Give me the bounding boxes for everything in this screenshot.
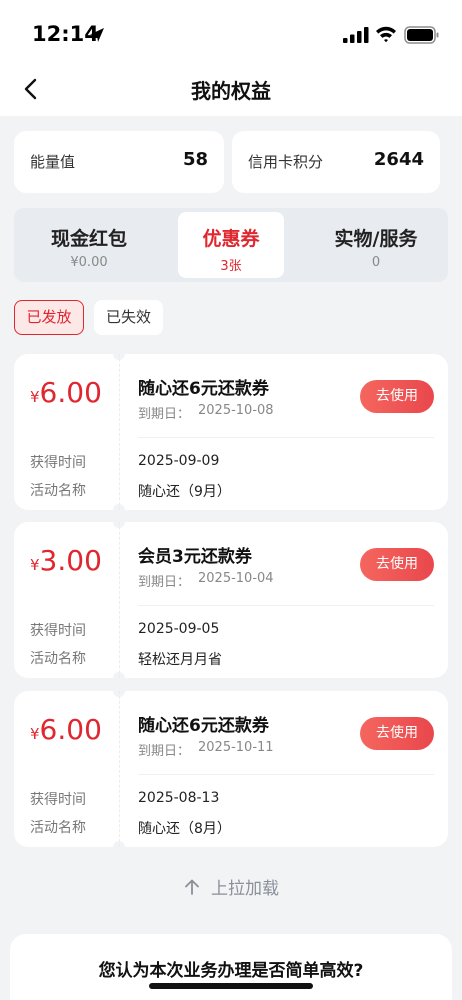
amount-value: 6.00 — [39, 713, 102, 746]
credit-points-value: 2644 — [373, 149, 424, 170]
tab-goods-services[interactable]: 实物/服务 0 — [304, 212, 448, 278]
tab-count: 0 — [371, 255, 381, 270]
coupon-name: 随心还6元还款券 — [138, 716, 269, 736]
coupon-name: 会员3元还款券 — [138, 547, 252, 567]
energy-stat-card[interactable]: 能量值 58 — [14, 131, 224, 193]
expiry-label: 到期日： — [138, 407, 191, 422]
obtained-date: 2025-09-09 — [138, 453, 220, 469]
card-divider — [138, 774, 434, 775]
coupon-card: ¥3.00 会员3元还款券 到期日： 2025-10-04 去使用 获得时间 活… — [14, 516, 448, 684]
tab-cash-red-packet[interactable]: 现金红包 ¥0.00 — [14, 212, 164, 278]
currency-symbol: ¥ — [30, 556, 40, 574]
coupon-amount: ¥6.00 — [30, 713, 102, 746]
obtained-label: 获得时间 — [30, 792, 86, 808]
credit-points-stat-card[interactable]: 信用卡积分 2644 — [232, 131, 440, 193]
coupon-amount: ¥6.00 — [30, 376, 102, 409]
pull-to-load: 上拉加载 — [0, 874, 462, 899]
use-coupon-button[interactable]: 去使用 — [360, 380, 434, 413]
location-arrow-icon — [90, 28, 104, 42]
campaign-label: 活动名称 — [30, 820, 86, 836]
survey-card: 您认为本次业务办理是否简单高效? — [10, 934, 452, 1000]
card-divider — [138, 605, 434, 606]
amount-value: 6.00 — [39, 376, 102, 409]
tab-count: ¥0.00 — [70, 255, 108, 270]
amount-value: 3.00 — [39, 544, 102, 577]
expiry-date: 2025-10-11 — [198, 740, 274, 755]
status-bar: 12:14 — [0, 0, 462, 62]
coupon-card: ¥6.00 随心还6元还款券 到期日： 2025-10-11 去使用 获得时间 … — [14, 685, 448, 853]
campaign-label: 活动名称 — [30, 651, 86, 667]
expiry-label: 到期日： — [138, 744, 191, 759]
coupon-amount: ¥3.00 — [30, 544, 102, 577]
filter-issued-chip[interactable]: 已发放 — [14, 300, 84, 335]
coupon-name: 随心还6元还款券 — [138, 379, 269, 399]
benefit-tabs: 现金红包 ¥0.00 优惠券 3张 实物/服务 0 — [14, 208, 448, 282]
tab-label: 现金红包 — [50, 228, 127, 250]
pull-to-load-label: 上拉加载 — [211, 879, 279, 899]
obtained-label: 获得时间 — [30, 623, 86, 639]
survey-question: 您认为本次业务办理是否简单高效? — [98, 961, 364, 981]
expiry-date: 2025-10-04 — [198, 571, 274, 586]
card-divider — [119, 691, 120, 847]
tab-label: 实物/服务 — [334, 228, 418, 250]
coupon-card: ¥6.00 随心还6元还款券 到期日： 2025-10-08 去使用 获得时间 … — [14, 348, 448, 516]
nav-bar: 我的权益 — [0, 62, 462, 116]
filter-expired-chip[interactable]: 已失效 — [94, 300, 163, 335]
obtained-date: 2025-08-13 — [138, 790, 220, 806]
obtained-date: 2025-09-05 — [138, 621, 220, 637]
card-divider — [119, 354, 120, 510]
wifi-icon — [376, 26, 396, 43]
tab-label: 优惠券 — [202, 228, 260, 250]
arrow-up-icon — [185, 879, 199, 895]
campaign-name: 随心还（9月） — [138, 484, 231, 500]
tab-count: 3张 — [220, 259, 242, 274]
expiry-date: 2025-10-08 — [198, 403, 274, 418]
credit-points-label: 信用卡积分 — [248, 153, 324, 171]
battery-icon — [404, 26, 439, 44]
currency-symbol: ¥ — [30, 388, 40, 406]
card-divider — [138, 437, 434, 438]
use-coupon-button[interactable]: 去使用 — [360, 548, 434, 581]
page-title: 我的权益 — [191, 79, 271, 103]
use-coupon-button[interactable]: 去使用 — [360, 717, 434, 750]
tab-coupons[interactable]: 优惠券 3张 — [178, 212, 284, 278]
expiry-label: 到期日： — [138, 575, 191, 590]
energy-label: 能量值 — [30, 153, 76, 171]
card-divider — [119, 522, 120, 678]
obtained-label: 获得时间 — [30, 455, 86, 471]
energy-value: 58 — [182, 149, 208, 170]
campaign-label: 活动名称 — [30, 483, 86, 499]
campaign-name: 轻松还月月省 — [138, 652, 222, 668]
home-indicator — [149, 983, 313, 989]
currency-symbol: ¥ — [30, 725, 40, 743]
cellular-signal-icon — [343, 27, 369, 43]
campaign-name: 随心还（8月） — [138, 821, 231, 837]
